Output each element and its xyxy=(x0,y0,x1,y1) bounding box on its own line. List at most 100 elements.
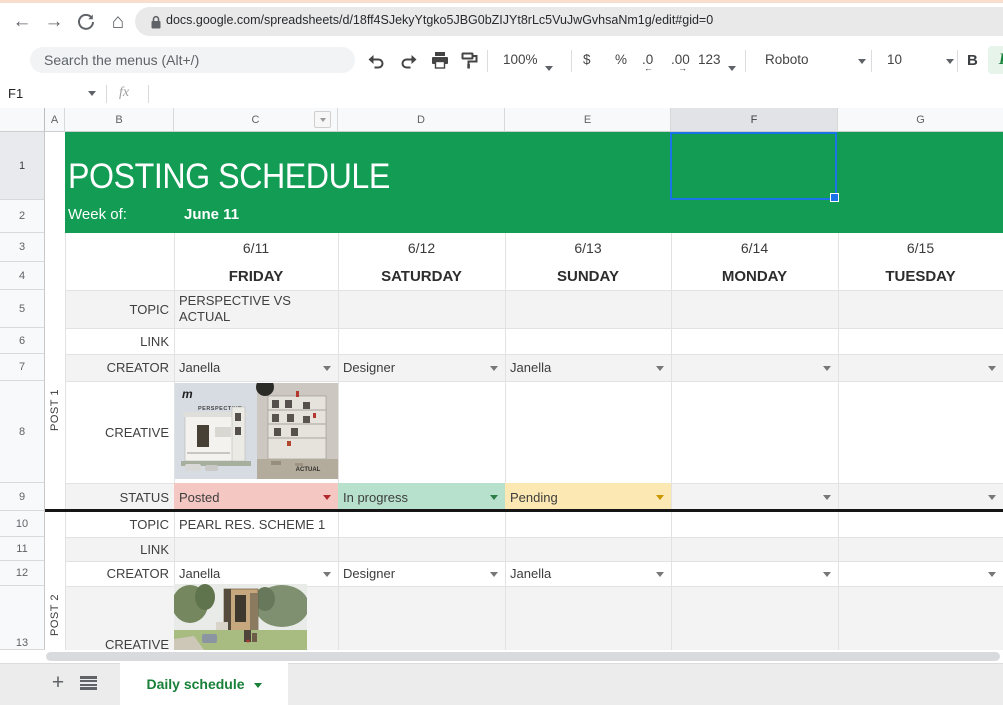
row-label-creative[interactable]: CREATIVE xyxy=(65,381,169,483)
decrease-decimal-arrow-icon: ← xyxy=(644,63,653,73)
row-label-status[interactable]: STATUS xyxy=(65,483,169,511)
row-header-9[interactable]: 9 xyxy=(0,483,45,511)
status-dropdown-empty[interactable] xyxy=(671,483,838,511)
status-value: In progress xyxy=(343,490,408,505)
google-sheets-window: ← → ⌂ docs.google.com/spreadsheets/d/18f… xyxy=(0,0,1003,705)
row-label-creative[interactable]: CREATIVE xyxy=(65,638,169,650)
column-header-a[interactable]: A xyxy=(45,108,65,132)
font-family-select[interactable]: Roboto xyxy=(765,52,860,67)
creator-dropdown[interactable]: Janella xyxy=(174,561,338,586)
row-label-link[interactable]: LINK xyxy=(65,328,169,354)
row-header-12[interactable]: 12 xyxy=(0,561,45,586)
day-cell[interactable]: SUNDAY xyxy=(505,262,671,290)
row-label-creator[interactable]: CREATOR xyxy=(65,561,169,586)
topic-cell-post1[interactable]: PERSPECTIVE VS ACTUAL xyxy=(179,293,334,325)
status-dropdown-empty[interactable] xyxy=(838,483,1003,511)
column-header-e[interactable]: E xyxy=(505,108,671,132)
row-header-1[interactable]: 1 xyxy=(0,132,45,200)
day-cell[interactable]: MONDAY xyxy=(671,262,838,290)
row-header-5[interactable]: 5 xyxy=(0,290,45,328)
creator-dropdown[interactable] xyxy=(838,561,1003,586)
row-header-6[interactable]: 6 xyxy=(0,328,45,354)
creator-dropdown[interactable] xyxy=(671,561,838,586)
selected-cell-outline xyxy=(670,132,837,200)
redo-button[interactable] xyxy=(396,48,422,72)
paint-format-button[interactable] xyxy=(456,48,482,72)
dropdown-arrow-icon xyxy=(490,572,498,577)
zoom-select[interactable]: 100% xyxy=(503,52,553,67)
name-box-chevron-icon[interactable] xyxy=(88,91,96,96)
more-formats-button[interactable]: 123 xyxy=(698,52,736,67)
gridline xyxy=(65,328,1003,329)
row-header-7[interactable]: 7 xyxy=(0,354,45,381)
post1-group-label[interactable]: POST 1 xyxy=(48,355,62,465)
creator-dropdown[interactable]: Janella xyxy=(174,354,338,381)
column-header-g[interactable]: G xyxy=(838,108,1003,132)
status-dropdown-in-progress[interactable]: In progress xyxy=(338,483,505,511)
row-header-10[interactable]: 10 xyxy=(0,511,45,537)
row-header-13[interactable]: 13 xyxy=(0,586,45,650)
horizontal-scrollbar[interactable] xyxy=(46,652,1000,661)
actual-caption: ACTUAL xyxy=(296,467,321,473)
day-cell[interactable]: TUESDAY xyxy=(838,262,1003,290)
row-header-8[interactable]: 8 xyxy=(0,381,45,483)
toolbar-divider xyxy=(571,50,572,72)
day-cell[interactable]: FRIDAY xyxy=(174,262,338,290)
select-all-corner[interactable] xyxy=(0,108,45,132)
format-currency-button[interactable]: $ xyxy=(583,52,591,67)
dropdown-arrow-icon xyxy=(490,495,498,500)
row-label-topic[interactable]: TOPIC xyxy=(65,290,169,328)
row-label-link[interactable]: LINK xyxy=(65,537,169,561)
row-header-4[interactable]: 4 xyxy=(0,262,45,290)
row-header-3[interactable]: 3 xyxy=(0,233,45,262)
column-header-f[interactable]: F xyxy=(671,108,838,132)
status-dropdown-posted[interactable]: Posted xyxy=(174,483,338,511)
creative-image-post1[interactable]: m PERSPECTIVE xyxy=(175,383,338,479)
creator-dropdown[interactable]: Janella xyxy=(505,354,671,381)
fill-handle[interactable] xyxy=(830,193,839,202)
bold-button[interactable]: B xyxy=(967,52,978,69)
column-c-filter-button[interactable] xyxy=(314,111,331,128)
italic-button[interactable]: I xyxy=(988,46,1003,74)
date-cell[interactable]: 6/13 xyxy=(505,233,671,262)
creator-dropdown[interactable]: Designer xyxy=(338,354,505,381)
day-cell[interactable]: SATURDAY xyxy=(338,262,505,290)
gridline xyxy=(838,233,839,650)
row-header-11[interactable]: 11 xyxy=(0,537,45,561)
font-size-select[interactable]: 10 xyxy=(887,52,947,67)
format-percent-button[interactable]: % xyxy=(615,52,627,67)
creator-dropdown[interactable] xyxy=(838,354,1003,381)
browser-reload-icon[interactable] xyxy=(74,10,98,34)
date-cell[interactable]: 6/11 xyxy=(174,233,338,262)
all-sheets-menu-button[interactable] xyxy=(80,676,97,690)
creator-value: Designer xyxy=(343,360,395,375)
creator-dropdown[interactable] xyxy=(671,354,838,381)
topic-cell-post2[interactable]: PEARL RES. SCHEME 1 xyxy=(179,517,335,532)
formula-input[interactable] xyxy=(149,82,1003,107)
name-box[interactable]: F1 xyxy=(8,86,23,101)
print-button[interactable] xyxy=(427,48,453,72)
tab-daily-schedule[interactable]: Daily schedule xyxy=(120,663,288,705)
date-cell[interactable]: 6/12 xyxy=(338,233,505,262)
row-header-2[interactable]: 2 xyxy=(0,200,45,233)
column-header-d[interactable]: D xyxy=(338,108,505,132)
dropdown-arrow-icon xyxy=(823,572,831,577)
browser-home-icon[interactable]: ⌂ xyxy=(106,10,130,34)
gridline xyxy=(65,290,1003,291)
creative-image-post2[interactable] xyxy=(174,584,307,650)
row-label-creator[interactable]: CREATOR xyxy=(65,354,169,381)
add-sheet-button[interactable]: + xyxy=(45,670,71,696)
date-cell[interactable]: 6/15 xyxy=(838,233,1003,262)
creator-dropdown[interactable]: Designer xyxy=(338,561,505,586)
lock-icon xyxy=(150,15,162,30)
date-cell[interactable]: 6/14 xyxy=(671,233,838,262)
browser-forward-icon[interactable]: → xyxy=(42,10,66,34)
creator-dropdown[interactable]: Janella xyxy=(505,561,671,586)
gridline xyxy=(338,233,339,650)
column-header-b[interactable]: B xyxy=(65,108,174,132)
undo-button[interactable] xyxy=(362,48,388,72)
browser-back-icon[interactable]: ← xyxy=(10,10,34,34)
status-dropdown-pending[interactable]: Pending xyxy=(505,483,671,511)
row-label-topic[interactable]: TOPIC xyxy=(65,511,169,537)
search-menus-input[interactable]: Search the menus (Alt+/) xyxy=(30,47,355,73)
